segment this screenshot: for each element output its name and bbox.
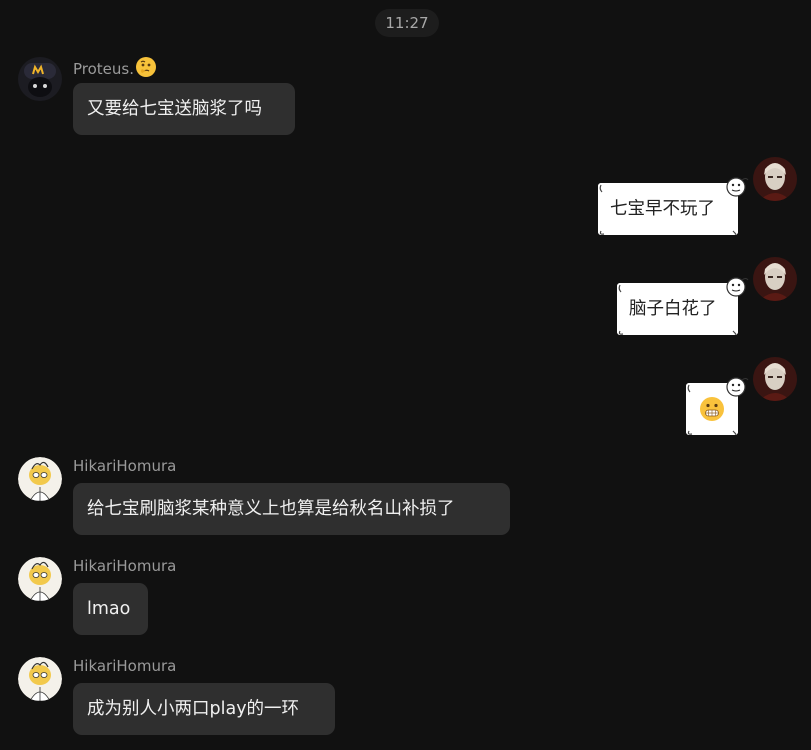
message-text: 又要给七宝送脑浆了吗 [87,99,262,119]
doodle-face-icon [726,377,749,397]
avatar-self[interactable] [753,357,797,401]
sender-name-hikarihomura[interactable]: HikariHomura [73,556,176,576]
avatar-self[interactable] [753,257,797,301]
sender-name-hikarihomura[interactable]: HikariHomura [73,656,176,676]
avatar-hikarihomura[interactable] [18,457,62,501]
message-text: 成为别人小两口play的一环 [87,699,300,719]
doodle-face-icon [726,277,749,297]
message-bubble-outgoing[interactable]: 七宝早不玩了 [598,183,738,235]
message-text: lmao [87,599,131,619]
message-bubble-outgoing[interactable]: 脑子白花了 [617,283,738,335]
grimacing-face-icon [700,397,724,421]
message-timestamp: 11:27 [375,9,439,37]
sender-name-hikarihomura[interactable]: HikariHomura [73,456,176,476]
message-bubble-incoming[interactable]: 给七宝刷脑浆某种意义上也算是给秋名山补损了 [73,483,510,535]
message-text: 给七宝刷脑浆某种意义上也算是给秋名山补损了 [87,499,455,519]
doodle-face-icon [726,177,749,197]
message-text: 脑子白花了 [629,299,717,319]
message-text: 七宝早不玩了 [610,199,715,219]
sender-name-label: Proteus. [73,60,134,78]
message-bubble-incoming[interactable]: 成为别人小两口play的一环 [73,683,335,735]
sender-name-proteus[interactable]: Proteus. [73,56,157,78]
avatar-hikarihomura[interactable] [18,557,62,601]
message-bubble-incoming[interactable]: lmao [73,583,148,635]
avatar-proteus[interactable] [18,57,62,101]
avatar-hikarihomura[interactable] [18,657,62,701]
message-bubble-incoming[interactable]: 又要给七宝送脑浆了吗 [73,83,295,135]
thinking-face-icon [136,57,156,77]
avatar-self[interactable] [753,157,797,201]
